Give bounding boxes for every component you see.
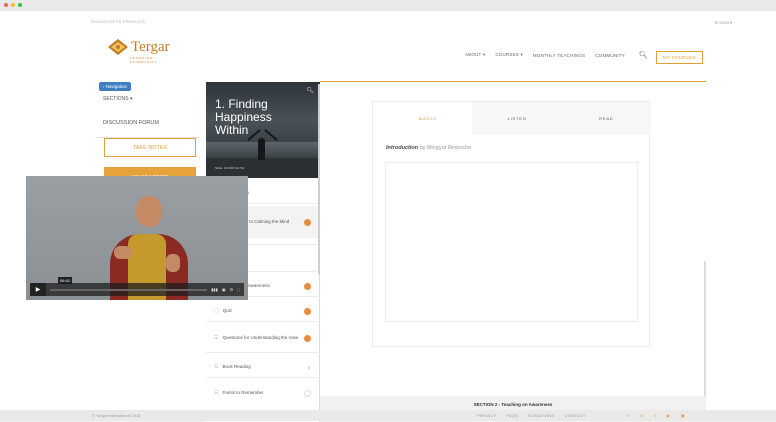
instagram-icon[interactable]: ◎ bbox=[640, 413, 644, 418]
user-menu[interactable]: ☰ SIGN ▾ bbox=[714, 20, 732, 25]
quiz-icon: ▢ bbox=[214, 308, 219, 314]
footer: © Tergar International 2016 PRIVACY FAQS… bbox=[0, 410, 776, 421]
lesson-subtitle[interactable]: SEE COMPLETE bbox=[215, 166, 244, 170]
fullscreen-icon[interactable]: ⛶ bbox=[237, 287, 240, 292]
divider bbox=[206, 352, 320, 353]
tab-watch[interactable]: WATCH bbox=[383, 102, 473, 135]
play-icon[interactable]: ▶ bbox=[30, 283, 46, 296]
close-window-dot[interactable] bbox=[4, 3, 8, 7]
media-tabs: WATCH LISTEN READ bbox=[383, 102, 651, 135]
intro-title: Introduction bbox=[386, 145, 419, 151]
footer-links: PRIVACY FAQS DONATIONS CONTACT bbox=[477, 413, 586, 418]
hero-person bbox=[258, 138, 265, 160]
video-person-hand bbox=[166, 254, 180, 272]
intro-heading: Introduction by Mingyur Rinpoche bbox=[386, 145, 471, 151]
nav-community[interactable]: COMMUNITY bbox=[595, 53, 625, 58]
discussion-forum-link[interactable]: DISCUSSION FORUM bbox=[103, 120, 201, 126]
lesson-item-label: Quiz bbox=[222, 308, 232, 313]
lesson-title: 1. Finding Happiness Within bbox=[215, 97, 272, 137]
tab-read[interactable]: READ bbox=[562, 102, 651, 135]
video-controls: ▶ ▮▮▮ ▣ ⚙ ⛶ bbox=[30, 283, 244, 296]
utility-links[interactable]: TRANSCRIPTS PROFILES bbox=[90, 19, 145, 24]
footer-link-contact[interactable]: CONTACT bbox=[564, 413, 585, 418]
list-icon: ☰ bbox=[214, 364, 219, 370]
lesson-hero: 1. Finding Happiness Within SEE COMPLETE… bbox=[206, 82, 320, 178]
tab-listen[interactable]: LISTEN bbox=[472, 102, 561, 135]
my-courses-button[interactable]: MY COURSES bbox=[655, 51, 703, 64]
lesson-item-questions[interactable]: ☰ Questions for Understanding the View bbox=[206, 327, 320, 349]
divider bbox=[206, 377, 320, 378]
video-person-head bbox=[136, 196, 162, 227]
video-person-hand bbox=[114, 246, 132, 259]
sidebar-divider bbox=[96, 137, 199, 138]
take-notes-button[interactable]: TAKE NOTES bbox=[104, 138, 196, 157]
tergar-logo[interactable]: Tergar LEARNING COMMUNITY bbox=[108, 39, 170, 64]
footer-link-faqs[interactable]: FAQS bbox=[506, 413, 518, 418]
settings-gear-icon[interactable]: ⚙ bbox=[230, 287, 234, 292]
header-divider bbox=[320, 81, 706, 82]
volume-icon[interactable]: ▮▮▮ bbox=[211, 287, 218, 292]
nav-about[interactable]: ABOUT ▾ bbox=[465, 52, 485, 58]
navigation-button[interactable]: ‹ Navigation bbox=[99, 82, 132, 91]
zoom-window-dot[interactable] bbox=[18, 3, 22, 7]
site: TRANSCRIPTS PROFILES ☰ SIGN ▾ Tergar LEA… bbox=[0, 11, 776, 422]
check-complete-icon bbox=[304, 307, 311, 315]
lesson-item-label: Points to Remember bbox=[222, 390, 264, 395]
sections-dropdown[interactable]: SECTIONS ▾ bbox=[103, 96, 201, 102]
lesson-item-points[interactable]: ☰ Points to Remember bbox=[206, 386, 320, 400]
footer-link-donations[interactable]: DONATIONS bbox=[528, 413, 554, 418]
lesson-scrollbar[interactable] bbox=[318, 84, 320, 274]
list-icon: ☰ bbox=[214, 390, 219, 396]
copyright: © Tergar International 2016 bbox=[92, 413, 141, 418]
list-icon: ☰ bbox=[214, 335, 219, 341]
lesson-item-book-reading[interactable]: ☰ Book Reading › bbox=[206, 360, 320, 374]
facebook-icon[interactable]: f bbox=[628, 413, 629, 418]
twitter-icon[interactable]: t bbox=[655, 413, 656, 418]
captions-icon[interactable]: ▣ bbox=[222, 287, 226, 292]
lesson-item-label: Book Reading bbox=[222, 364, 251, 369]
youtube-icon[interactable]: ▶ bbox=[667, 413, 670, 418]
nav-courses[interactable]: COURSES ▾ bbox=[495, 52, 523, 58]
lesson-item-label: Questions for Understanding the View bbox=[222, 335, 299, 340]
logo-text: Tergar bbox=[131, 39, 170, 55]
content-card: WATCH LISTEN READ Introduction by Mingyu… bbox=[372, 101, 651, 347]
video-player[interactable]: 06:42 ▶ ▮▮▮ ▣ ⚙ ⛶ bbox=[26, 176, 248, 300]
search-icon[interactable]: 🔍︎ bbox=[639, 51, 648, 59]
divider bbox=[206, 321, 320, 322]
check-complete-icon bbox=[304, 282, 311, 290]
video-frame bbox=[385, 162, 638, 322]
left-sidebar: ‹ Navigation SECTIONS ▾ DISCUSSION FORUM… bbox=[96, 82, 201, 188]
email-icon[interactable]: ▣ bbox=[681, 413, 685, 418]
social-links: f ◎ t ▶ ▣ bbox=[628, 413, 685, 418]
check-complete-icon bbox=[304, 334, 311, 342]
browser-chrome bbox=[0, 0, 776, 11]
footer-link-privacy[interactable]: PRIVACY bbox=[477, 413, 496, 418]
lesson-search-icon[interactable]: 🔍︎ bbox=[306, 87, 314, 94]
minimize-window-dot[interactable] bbox=[11, 3, 15, 7]
main-nav: ABOUT ▾ COURSES ▾ MONTHLY TEACHINGS COMM… bbox=[465, 51, 648, 59]
nav-monthly-teachings[interactable]: MONTHLY TEACHINGS bbox=[533, 53, 585, 58]
check-empty-icon bbox=[304, 389, 311, 397]
logo-subtitle: LEARNING COMMUNITY bbox=[130, 56, 158, 64]
intro-author: by Mingyur Rinpoche bbox=[419, 145, 472, 151]
lesson-item-quiz[interactable]: ▢ Quiz bbox=[206, 304, 320, 318]
chevron-right-icon: › bbox=[307, 362, 310, 372]
video-progress-bar[interactable] bbox=[50, 288, 208, 291]
check-complete-icon bbox=[304, 218, 311, 226]
logo-emblem-icon bbox=[108, 39, 128, 55]
